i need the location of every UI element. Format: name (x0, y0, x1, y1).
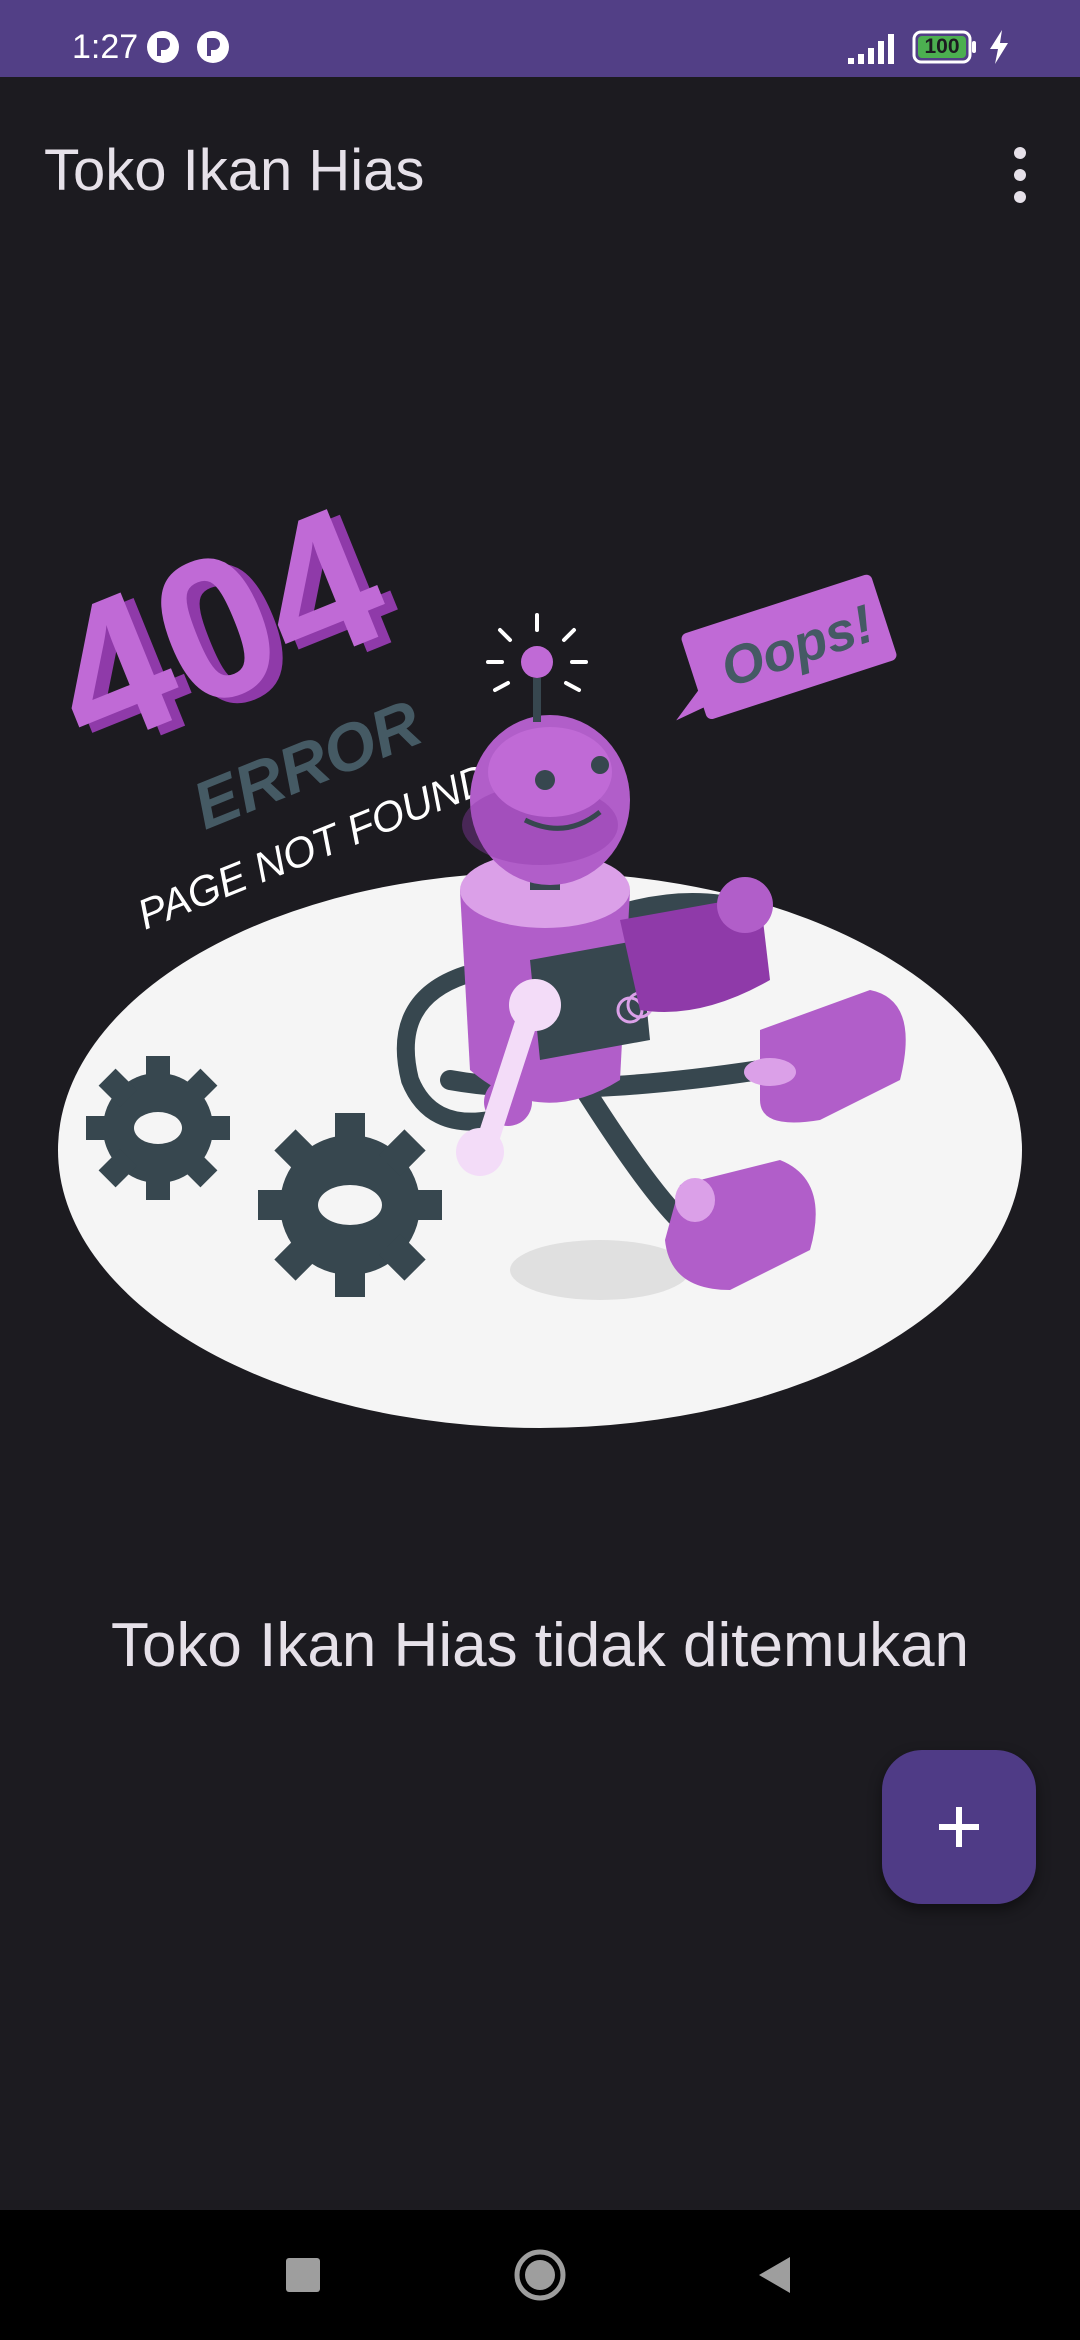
app-notification-icon (197, 31, 229, 63)
app-title: Toko Ikan Hias (44, 138, 425, 203)
app-bar: Toko Ikan Hias (0, 77, 1080, 262)
charging-bolt-icon (990, 30, 1008, 64)
signal-icon (848, 34, 894, 64)
robot-head (462, 715, 630, 885)
status-bar: 1:27 100 (0, 0, 1080, 77)
add-button[interactable] (882, 1750, 1036, 1904)
app-notification-icon (147, 31, 179, 63)
empty-state-message: Toko Ikan Hias tidak ditemukan (110, 1611, 970, 1680)
add-icon (939, 1807, 979, 1847)
back-icon[interactable] (745, 2245, 805, 2305)
gear-icon (86, 1056, 230, 1200)
more-vertical-icon[interactable] (990, 135, 1050, 215)
recent-apps-icon[interactable] (273, 2245, 333, 2305)
status-time: 1:27 (72, 28, 139, 66)
home-icon[interactable] (510, 2245, 570, 2305)
error-404-illustration: 404 404 ERROR PAGE NOT FOUND Oops! (40, 463, 1022, 1428)
gear-icon (258, 1113, 442, 1297)
battery-icon: 100 (912, 30, 978, 64)
oops-bubble: Oops! (676, 574, 897, 721)
system-navigation-bar (0, 2210, 1080, 2340)
battery-level: 100 (924, 35, 960, 58)
